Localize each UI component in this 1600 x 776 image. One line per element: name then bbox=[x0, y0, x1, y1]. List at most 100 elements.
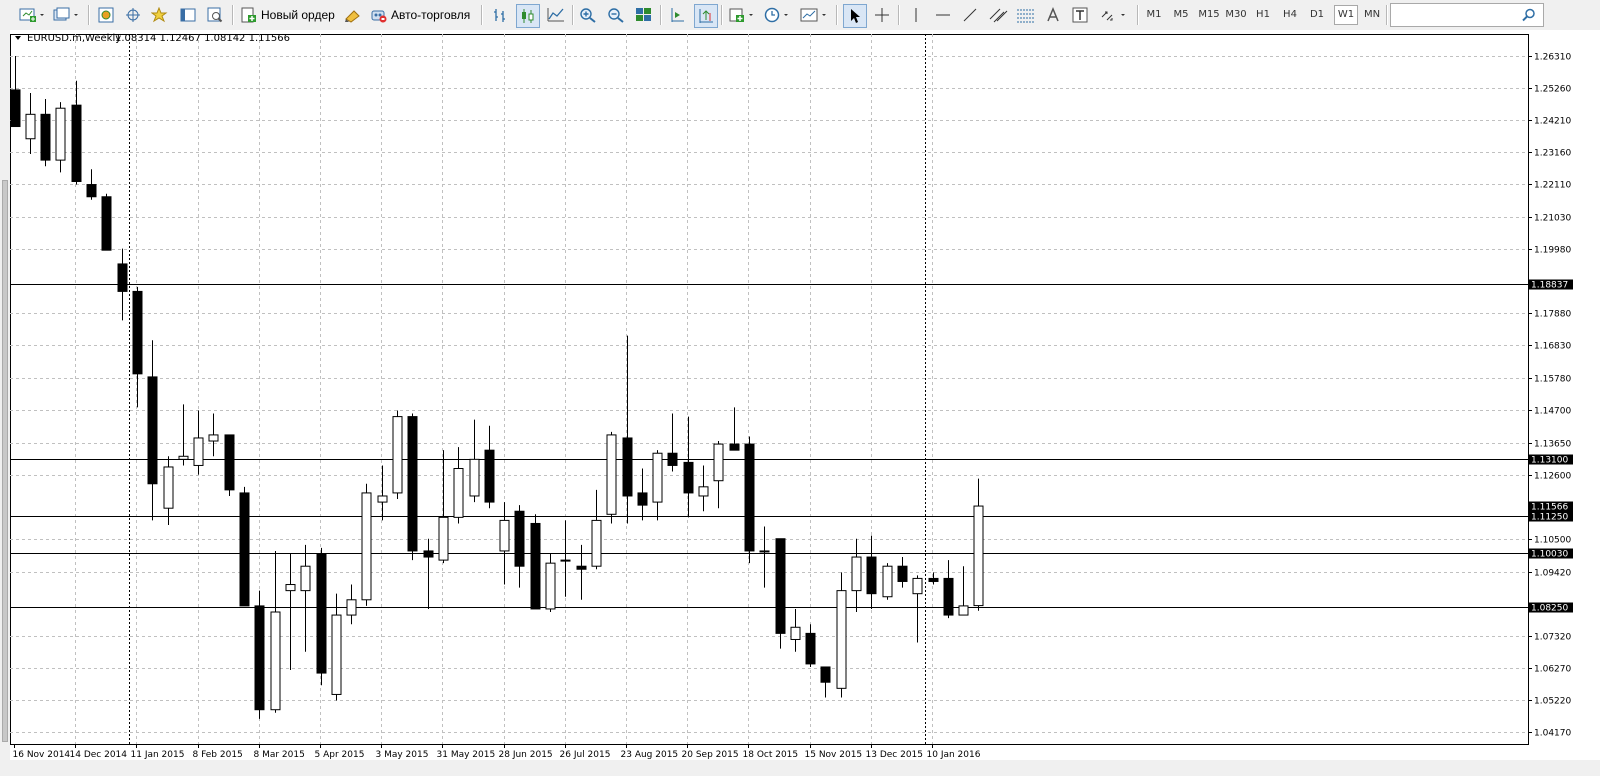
timeframe-mn[interactable]: MN bbox=[1361, 6, 1383, 24]
candle[interactable] bbox=[453, 447, 464, 524]
auto-scroll-icon[interactable] bbox=[694, 4, 718, 28]
candle[interactable] bbox=[683, 416, 694, 518]
candle[interactable] bbox=[805, 624, 816, 667]
candle[interactable] bbox=[652, 450, 663, 521]
candle[interactable] bbox=[729, 407, 740, 451]
candle[interactable] bbox=[866, 535, 877, 609]
candle[interactable] bbox=[851, 538, 862, 613]
candle[interactable] bbox=[637, 468, 648, 521]
left-scrollbar[interactable] bbox=[2, 180, 8, 742]
candle[interactable] bbox=[530, 514, 541, 610]
equidistant-channel-icon[interactable] bbox=[986, 4, 1010, 26]
candle[interactable] bbox=[912, 575, 923, 643]
chart-window[interactable]: 1.26310 1.25260 1.24210 1.23160 1.22110 1.210… bbox=[10, 30, 1600, 760]
candle[interactable] bbox=[392, 410, 403, 500]
candle[interactable] bbox=[897, 557, 908, 588]
candle[interactable] bbox=[484, 425, 495, 509]
candle[interactable] bbox=[132, 286, 143, 408]
candle[interactable] bbox=[836, 572, 847, 698]
timeframe-h1[interactable]: H1 bbox=[1253, 6, 1273, 24]
candle[interactable] bbox=[270, 550, 281, 713]
strategy-tester-icon[interactable] bbox=[205, 4, 225, 26]
new-order-button[interactable]: Новый ордер bbox=[240, 4, 336, 26]
candle[interactable] bbox=[698, 465, 709, 512]
candle[interactable] bbox=[361, 483, 372, 606]
metaeditor-icon[interactable] bbox=[343, 4, 363, 26]
candle[interactable] bbox=[71, 80, 82, 185]
candle[interactable] bbox=[744, 436, 755, 564]
candle[interactable] bbox=[622, 335, 633, 524]
candle[interactable] bbox=[591, 489, 602, 570]
arrows-icon[interactable] bbox=[1098, 4, 1128, 26]
zoom-in-icon[interactable] bbox=[577, 4, 599, 26]
zoom-out-icon[interactable] bbox=[605, 4, 627, 26]
candle[interactable] bbox=[958, 566, 969, 616]
candle[interactable] bbox=[163, 456, 174, 525]
candle[interactable] bbox=[606, 431, 617, 524]
candle[interactable] bbox=[667, 413, 678, 472]
timeframe-m15[interactable]: M15 bbox=[1197, 6, 1221, 24]
tile-windows-icon[interactable] bbox=[633, 4, 655, 26]
profiles-icon[interactable] bbox=[52, 4, 80, 26]
candle[interactable] bbox=[882, 563, 893, 600]
candle[interactable] bbox=[560, 520, 571, 597]
candle[interactable] bbox=[759, 526, 770, 588]
candle[interactable] bbox=[423, 538, 434, 609]
timeframe-d1[interactable]: D1 bbox=[1307, 6, 1327, 24]
candle[interactable] bbox=[943, 560, 954, 619]
timeframe-m30[interactable]: M30 bbox=[1224, 6, 1248, 24]
cursor-icon[interactable] bbox=[843, 4, 867, 28]
candle[interactable] bbox=[545, 553, 556, 613]
candle[interactable] bbox=[316, 547, 327, 686]
candle[interactable] bbox=[178, 404, 189, 466]
candle[interactable] bbox=[928, 572, 939, 585]
timeframe-m5[interactable]: M5 bbox=[1170, 6, 1192, 24]
candle[interactable] bbox=[86, 169, 97, 200]
timeframe-m1[interactable]: M1 bbox=[1143, 6, 1165, 24]
trendline-icon[interactable] bbox=[959, 4, 981, 26]
candle[interactable] bbox=[117, 248, 128, 321]
indicators-icon[interactable] bbox=[728, 4, 756, 26]
navigator-icon[interactable] bbox=[150, 4, 170, 26]
periods-icon[interactable] bbox=[763, 4, 791, 26]
candle[interactable] bbox=[40, 99, 51, 167]
candlesticks-icon[interactable] bbox=[516, 4, 540, 28]
candle[interactable] bbox=[331, 593, 342, 701]
fibonacci-icon[interactable] bbox=[1014, 4, 1038, 26]
templates-icon[interactable] bbox=[799, 4, 829, 26]
candle[interactable] bbox=[254, 590, 265, 719]
candle[interactable] bbox=[377, 465, 388, 521]
candle[interactable] bbox=[407, 413, 418, 561]
candle[interactable] bbox=[25, 92, 36, 155]
candle[interactable] bbox=[224, 434, 235, 496]
chart-shift-icon[interactable] bbox=[666, 4, 688, 26]
candle[interactable] bbox=[55, 102, 66, 173]
new-chart-icon[interactable] bbox=[18, 4, 46, 26]
price-chart[interactable]: 1.26310 1.25260 1.24210 1.23160 1.22110 1.210… bbox=[10, 30, 1600, 760]
candle[interactable] bbox=[790, 608, 801, 652]
text-label-icon[interactable] bbox=[1069, 4, 1091, 26]
candle[interactable] bbox=[514, 505, 525, 588]
candle[interactable] bbox=[713, 441, 724, 509]
candle[interactable] bbox=[499, 502, 510, 585]
candle[interactable] bbox=[193, 410, 204, 475]
search-icon[interactable] bbox=[1520, 4, 1538, 26]
candle[interactable] bbox=[438, 450, 449, 564]
candle[interactable] bbox=[973, 478, 984, 611]
data-window-icon[interactable] bbox=[123, 4, 143, 26]
candle[interactable] bbox=[346, 584, 357, 625]
candle[interactable] bbox=[300, 544, 311, 652]
crosshair-icon[interactable] bbox=[871, 4, 893, 26]
candle[interactable] bbox=[775, 538, 786, 649]
vertical-line-icon[interactable] bbox=[905, 4, 927, 26]
candle[interactable] bbox=[820, 666, 831, 698]
candle[interactable] bbox=[239, 486, 250, 607]
bar-chart-icon[interactable] bbox=[489, 4, 511, 26]
line-chart-icon[interactable] bbox=[545, 4, 567, 26]
market-watch-icon[interactable] bbox=[96, 4, 116, 26]
auto-trading-button[interactable]: Авто-торговля bbox=[370, 4, 474, 26]
candle[interactable] bbox=[208, 413, 219, 457]
text-icon[interactable] bbox=[1043, 4, 1063, 26]
collapse-triangle-icon[interactable] bbox=[15, 36, 21, 40]
terminal-icon[interactable] bbox=[178, 4, 198, 26]
